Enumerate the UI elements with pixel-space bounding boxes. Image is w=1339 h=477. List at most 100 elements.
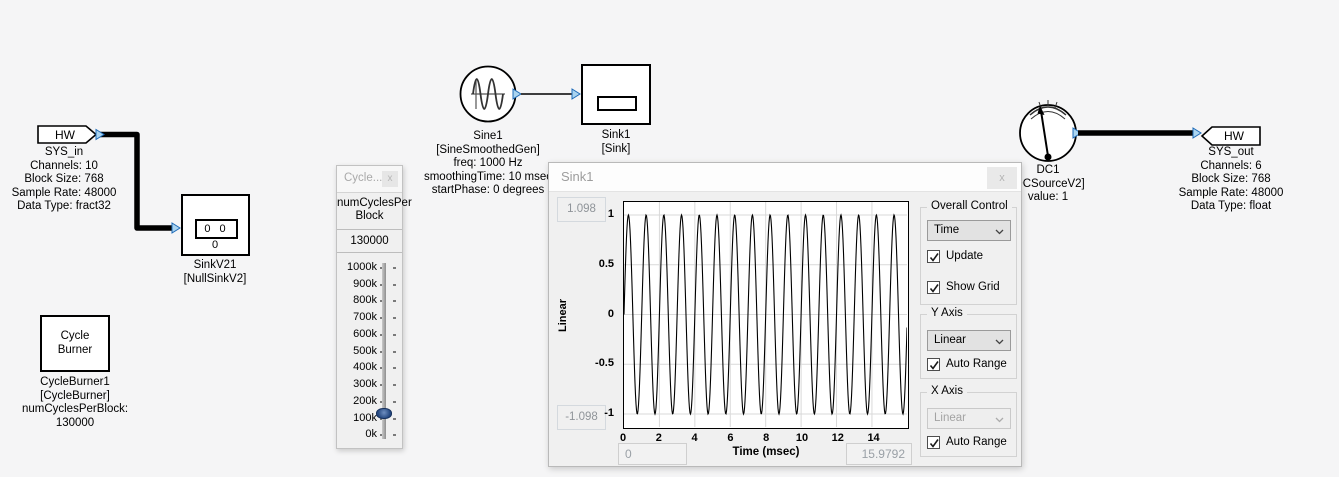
checkmark-icon — [928, 437, 941, 450]
gauge-pivot-icon — [1045, 154, 1052, 161]
x-start-field[interactable]: 0 — [618, 443, 687, 465]
checkbox-box[interactable] — [927, 358, 940, 371]
x-auto-range-label: Auto Range — [946, 436, 1007, 448]
y-axis-ticks: 10.50-0.5-1 — [549, 201, 618, 429]
x-end-field[interactable]: 15.9792 — [846, 443, 912, 465]
y-auto-range-checkbox[interactable]: Auto Range — [927, 357, 1007, 372]
slider-tick — [393, 434, 396, 436]
slider-scale-label: 500k — [339, 343, 377, 360]
slider-tick — [393, 418, 396, 420]
checkbox-box[interactable] — [927, 436, 940, 449]
slider-scale-label: 300k — [339, 376, 377, 393]
sys-in-output-port[interactable] — [96, 130, 104, 140]
slider-scale-label: 200k — [339, 393, 377, 410]
show-grid-checkbox-label: Show Grid — [946, 281, 1000, 293]
block-label-line: freq: 1000 Hz — [408, 157, 568, 171]
cycle-burner-body-text: CycleBurner — [42, 329, 108, 357]
slider-tick — [393, 267, 396, 269]
show-grid-checkbox[interactable]: Show Grid — [927, 280, 1000, 295]
block-label-line: Sine1 — [408, 130, 568, 144]
block-label-line: [CycleBurner] — [2, 390, 148, 404]
y-tick-label: 0.5 — [549, 258, 614, 270]
update-checkbox-label: Update — [946, 250, 983, 262]
checkmark-icon — [928, 282, 941, 295]
cycle-burner-inspector-panel[interactable]: Cycle... x numCyclesPer Block 130000 100… — [336, 165, 403, 449]
slider-tick — [393, 334, 396, 336]
chevron-down-icon — [995, 339, 1004, 345]
sink1-block[interactable] — [581, 64, 651, 125]
update-checkbox[interactable]: Update — [927, 249, 983, 264]
sink1-window[interactable]: Sink1 x 1.098 -1.098 Linear 10.50-0.5-1 … — [548, 162, 1022, 467]
diagram-canvas[interactable]: HW SYS_inChannels: 10Block Size: 768Samp… — [0, 0, 1339, 477]
block-label-line: [SineSmoothedGen] — [408, 144, 568, 158]
slider-scale-label: 800k — [339, 292, 377, 309]
slider-thumb[interactable] — [376, 408, 392, 419]
block-label-line: Block Size: 768 — [8, 173, 120, 187]
slider-scale-label: 1000k — [339, 259, 377, 276]
slider-tick — [393, 284, 396, 286]
slider-scale-row: 1000k — [337, 259, 402, 276]
param-value-field[interactable]: 130000 — [337, 230, 402, 253]
sink1-window-title-bar[interactable]: Sink1 x — [549, 163, 1021, 192]
block-label-line: [NullSinkV2] — [165, 273, 265, 287]
chevron-down-icon — [995, 417, 1004, 423]
sine1-output-port[interactable] — [513, 89, 521, 99]
slider-scale-row: 0k — [337, 426, 402, 443]
x-axis-dropdown-disabled: Linear — [927, 408, 1011, 429]
slider-tick — [393, 401, 396, 403]
close-icon[interactable]: x — [382, 171, 398, 187]
inspector-title: Cycle... — [344, 172, 382, 184]
block-label-line: Data Type: float — [1166, 200, 1296, 214]
sys-out-input-port[interactable] — [1193, 128, 1201, 138]
x-auto-range-checkbox[interactable]: Auto Range — [927, 435, 1007, 450]
y-tick-label: -0.5 — [549, 357, 614, 369]
checkbox-box[interactable] — [927, 281, 940, 294]
slider-scale-row: 500k — [337, 343, 402, 360]
chevron-down-icon — [995, 229, 1004, 235]
sys-out-port-label: HW — [1212, 129, 1256, 143]
sys-in-port-label: HW — [40, 128, 90, 142]
block-label-line: Sample Rate: 48000 — [1166, 187, 1296, 201]
slider-scale-label: 600k — [339, 326, 377, 343]
close-icon[interactable]: x — [987, 167, 1017, 189]
block-label-line: Data Type: fract32 — [8, 200, 120, 214]
block-label-line: Sink1 — [566, 129, 666, 143]
block-body-line: Burner — [42, 343, 108, 357]
block-label-line: startPhase: 0 degrees — [408, 184, 568, 198]
sinkv21-labels: SinkV21[NullSinkV2] — [165, 259, 265, 286]
slider-scale-row: 100k — [337, 410, 402, 427]
block-label-line: Sample Rate: 48000 — [8, 187, 120, 201]
slider-scale: 1000k900k800k700k600k500k400k300k200k100… — [337, 259, 402, 444]
overall-control-dropdown[interactable]: Time — [927, 220, 1011, 241]
slider-tick — [393, 351, 396, 353]
slider-scale-label: 400k — [339, 359, 377, 376]
scope-plot[interactable] — [623, 201, 909, 429]
param-name-label: numCyclesPer Block — [337, 193, 402, 230]
slider-scale-row: 600k — [337, 326, 402, 343]
x-tick-label: 12 — [832, 432, 844, 444]
checkmark-icon — [928, 359, 941, 372]
y-axis-caption: Y Axis — [927, 307, 967, 319]
sine1-labels: Sine1[SineSmoothedGen]freq: 1000 Hzsmoot… — [408, 130, 568, 198]
block-label-line: numCyclesPerBlock: 130000 — [2, 403, 148, 430]
sink1-input-port[interactable] — [572, 89, 580, 99]
inspector-title-bar[interactable]: Cycle... x — [337, 166, 402, 193]
y-axis-dropdown[interactable]: Linear — [927, 330, 1011, 351]
cycle-burner-block[interactable]: CycleBurner — [40, 315, 110, 372]
block-label-line: CycleBurner1 — [2, 376, 148, 390]
cycle-burner-labels: CycleBurner1[CycleBurner]numCyclesPerBlo… — [2, 376, 148, 430]
overall-control-caption: Overall Control — [927, 200, 1012, 212]
slider-scale-row: 800k — [337, 292, 402, 309]
slider-tick — [393, 300, 396, 302]
block-body-line: Cycle — [42, 329, 108, 343]
block-label-line: SYS_out — [1166, 146, 1296, 160]
slider-tick — [393, 384, 396, 386]
checkbox-box[interactable] — [927, 250, 940, 263]
x-tick-label: 8 — [763, 432, 769, 444]
block-label-line: Channels: 10 — [8, 160, 120, 174]
sinkv21-input-port[interactable] — [172, 223, 180, 233]
slider-scale-label: 0k — [339, 426, 377, 443]
block-label-line: [Sink] — [566, 143, 666, 157]
sys-in-labels: SYS_inChannels: 10Block Size: 768Sample … — [8, 146, 120, 214]
block-label-line: Channels: 6 — [1166, 160, 1296, 174]
